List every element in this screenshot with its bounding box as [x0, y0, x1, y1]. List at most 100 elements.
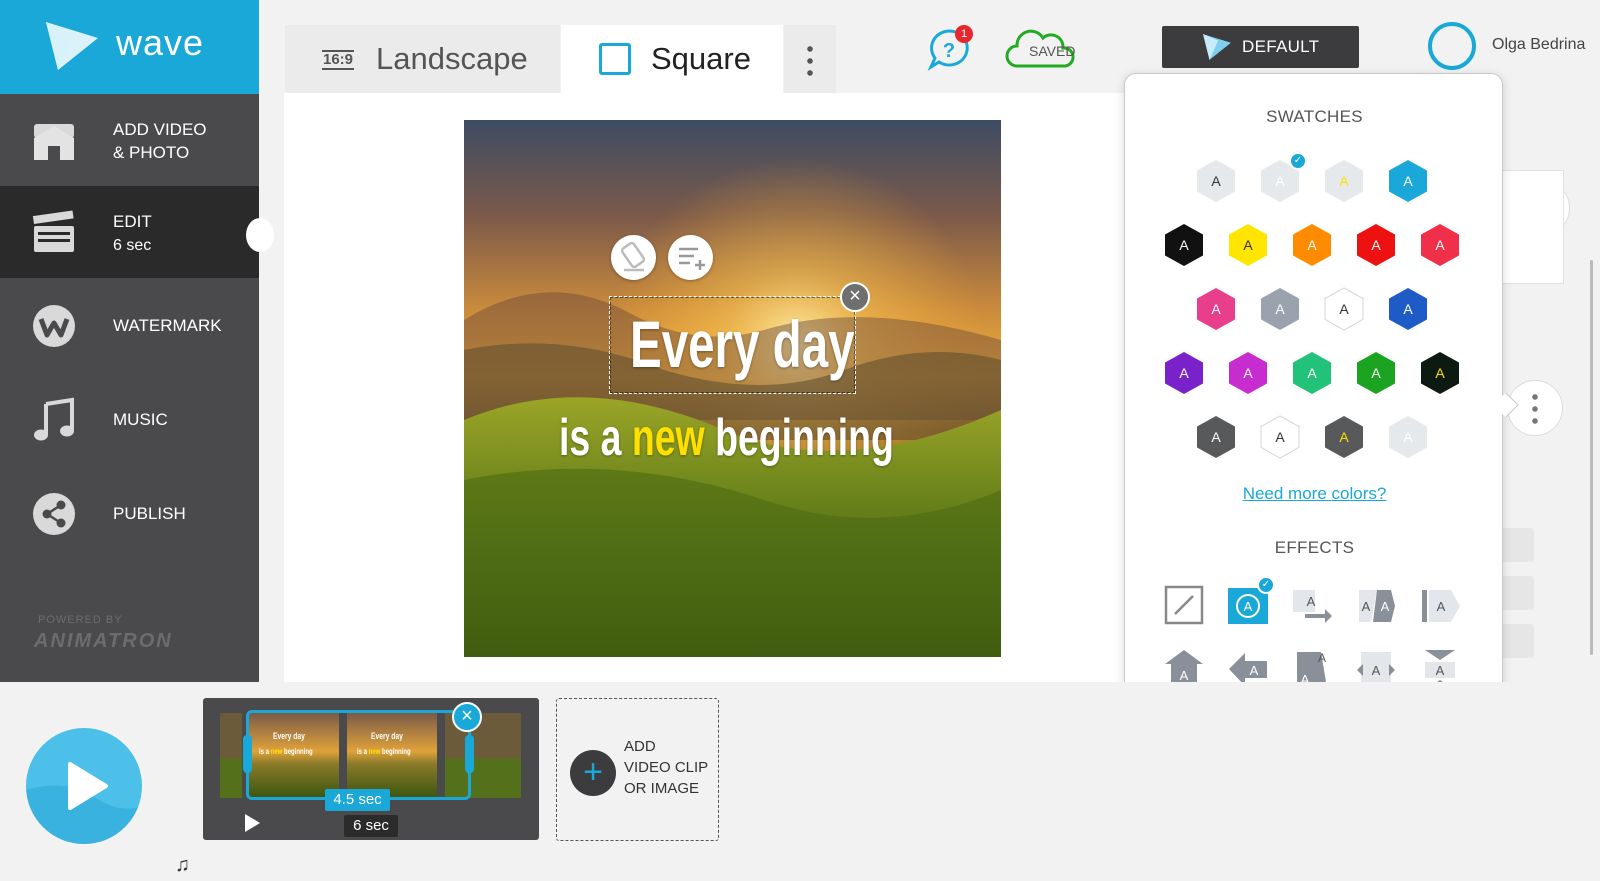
tabs-more-button[interactable]	[784, 25, 836, 93]
trim-handle-right[interactable]	[465, 735, 474, 773]
notification-badge: 1	[955, 25, 973, 43]
color-swatch[interactable]: A	[1321, 158, 1367, 204]
need-more-colors-link[interactable]: Need more colors?	[1125, 484, 1504, 504]
swatch-letter: A	[1403, 301, 1413, 317]
eraser-tool-button[interactable]	[611, 235, 656, 280]
effect-option[interactable]	[1163, 584, 1205, 626]
swatch-letter: A	[1371, 365, 1381, 381]
selected-check-icon: ✓	[1257, 576, 1275, 594]
sidebar-item-label: WATERMARK	[113, 316, 222, 335]
sidebar-item-label: ADD VIDEO	[113, 120, 207, 139]
color-swatch[interactable]: A	[1321, 414, 1367, 460]
clapperboard-icon	[32, 210, 74, 252]
color-swatch[interactable]: A	[1193, 414, 1239, 460]
headline-line-1[interactable]: Every day	[630, 306, 855, 382]
color-swatch[interactable]: A	[1225, 222, 1271, 268]
music-track-icon[interactable]: ♫	[175, 854, 190, 877]
play-button[interactable]	[26, 728, 142, 844]
tab-landscape[interactable]: 16:9 Landscape	[285, 25, 560, 93]
app-logo[interactable]: wave	[0, 0, 259, 94]
scrollbar[interactable]	[1590, 260, 1593, 655]
headline-text: beginning	[704, 409, 894, 467]
swatch-letter: A	[1339, 173, 1349, 189]
wave-logo-icon	[1203, 34, 1231, 60]
push-right-effect-icon: A	[1422, 590, 1460, 622]
avatar[interactable]	[1428, 22, 1476, 70]
add-text-icon	[679, 247, 705, 270]
clip-play-icon[interactable]	[243, 813, 261, 833]
color-swatch[interactable]: A	[1257, 414, 1303, 460]
sidebar-item-music[interactable]: MUSIC	[0, 374, 259, 466]
color-swatch[interactable]: A	[1385, 414, 1431, 460]
color-swatch[interactable]: A	[1321, 286, 1367, 332]
tab-label: Square	[651, 41, 751, 76]
svg-text:A: A	[1372, 663, 1381, 678]
color-swatch[interactable]: A	[1257, 286, 1303, 332]
color-swatch[interactable]: A	[1161, 350, 1207, 396]
svg-text:A: A	[1250, 663, 1259, 678]
animatron-logo: ANIMATRON	[34, 630, 173, 652]
eraser-icon	[620, 241, 646, 272]
effect-option[interactable]: A	[1419, 584, 1461, 626]
swatch-letter: A	[1211, 429, 1221, 445]
delete-text-button[interactable]: ×	[840, 282, 870, 312]
svg-text:A: A	[1362, 599, 1371, 614]
music-icon	[34, 397, 74, 441]
color-swatch[interactable]: A ✓	[1257, 152, 1307, 204]
remove-clip-button[interactable]: ×	[452, 702, 482, 732]
color-swatch[interactable]: A	[1353, 350, 1399, 396]
sidebar-item-duration: 6 sec	[113, 237, 152, 254]
swatch-letter: A	[1435, 237, 1445, 253]
swatch-letter: A	[1275, 301, 1285, 317]
tab-square[interactable]: Square	[561, 25, 783, 93]
clip-thumbnail	[220, 713, 242, 798]
color-swatch[interactable]: A	[1385, 158, 1431, 204]
sidebar-item-add-video[interactable]: ADD VIDEO & PHOTO	[0, 94, 259, 186]
add-text-tool-button[interactable]	[668, 235, 713, 280]
selected-duration-badge: 4.5 sec	[325, 789, 390, 811]
color-swatch[interactable]: A	[1225, 350, 1271, 396]
color-swatch[interactable]: A	[1289, 350, 1335, 396]
color-swatch[interactable]: A	[1353, 222, 1399, 268]
sidebar-item-watermark[interactable]: WATERMARK	[0, 280, 259, 372]
sidebar-item-label: EDIT	[113, 212, 152, 231]
effect-option[interactable]: A	[1291, 584, 1333, 626]
color-swatch[interactable]: A	[1385, 286, 1431, 332]
vertical-dots-icon	[807, 43, 813, 77]
color-swatch[interactable]: A	[1417, 222, 1463, 268]
sidebar-item-publish[interactable]: PUBLISH	[0, 468, 259, 560]
swatch-letter: A	[1211, 173, 1221, 189]
clip-duration-badge: 6 sec	[344, 815, 398, 837]
effect-option[interactable]: A ✓	[1227, 576, 1275, 626]
trim-handle-left[interactable]	[243, 735, 252, 773]
color-swatch[interactable]: A	[1193, 158, 1239, 204]
color-swatch[interactable]: A	[1289, 222, 1335, 268]
user-name[interactable]: Olga Bedrina	[1492, 36, 1585, 54]
color-swatch[interactable]: A	[1417, 350, 1463, 396]
svg-text:A: A	[1437, 599, 1446, 614]
aspect-16-9-icon: 16:9	[322, 50, 355, 70]
swatch-letter: A	[1211, 301, 1221, 317]
add-clip-label: ADD VIDEO CLIP OR IMAGE	[624, 738, 709, 797]
style-popover: SWATCHES A A ✓ A A A A A A A A A A A A A A A A A A A A Need mo…	[1124, 73, 1503, 740]
swatch-letter: A	[1243, 365, 1253, 381]
add-video-clip-button[interactable]: + ADD VIDEO CLIP OR IMAGE	[556, 698, 719, 841]
sidebar-item-edit[interactable]: EDIT 6 sec	[0, 186, 259, 278]
effect-option[interactable]: AA	[1355, 584, 1397, 626]
color-swatch[interactable]: A	[1193, 286, 1239, 332]
svg-text:A: A	[1307, 594, 1316, 609]
headline-highlight: new	[631, 409, 705, 467]
swatch-letter: A	[1307, 237, 1317, 253]
clip-selection-range[interactable]	[243, 710, 474, 800]
swatch-letter: A	[1307, 365, 1317, 381]
headline-line-2[interactable]: is a new beginning	[559, 408, 894, 468]
none-effect-icon	[1164, 585, 1204, 625]
swatch-letter: A	[1403, 173, 1413, 189]
saved-label: SAVED	[1029, 43, 1076, 59]
swatch-letter: A	[1179, 237, 1189, 253]
help-button[interactable]: ? 1	[927, 25, 975, 78]
theme-default-button[interactable]: DEFAULT	[1162, 26, 1359, 68]
tab-label: Landscape	[376, 41, 528, 76]
selected-check-icon: ✓	[1289, 152, 1307, 170]
color-swatch[interactable]: A	[1161, 222, 1207, 268]
